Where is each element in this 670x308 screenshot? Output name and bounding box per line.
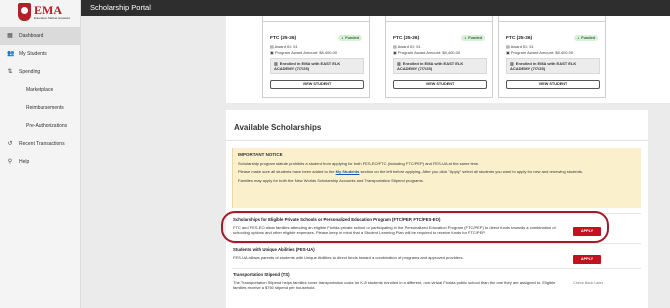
- logo-text: EMA: [34, 2, 62, 17]
- award-id: ▤ Award ID: 51: [393, 44, 421, 49]
- program-award-amount: ▣ Program Award Amount: $8,400.00: [506, 50, 574, 55]
- logo[interactable]: EMA Education Market Assistant: [0, 0, 80, 24]
- card-title: FTC (25-26): [270, 36, 297, 41]
- students-icon: 👥: [7, 51, 15, 57]
- sidebar-item-my-students[interactable]: 👥 My Students: [0, 45, 80, 63]
- sidebar-item-label: My Students: [19, 51, 47, 57]
- notice-text: Families may apply for both the New Worl…: [238, 177, 424, 183]
- top-bar: Scholarship Portal: [81, 0, 670, 16]
- spending-icon: ⇅: [7, 69, 13, 75]
- important-notice: IMPORTANT NOTICE Scholarship program sta…: [232, 148, 641, 208]
- view-student-button[interactable]: VIEW STUDENT: [393, 80, 487, 89]
- ema-shield-icon: [18, 3, 31, 21]
- notice-text: Please make sure all students have been …: [238, 169, 584, 174]
- sidebar-item-help[interactable]: ⚲ Help: [0, 153, 80, 171]
- apply-button-fes-ua[interactable]: APPLY: [573, 255, 601, 264]
- sidebar-item-spending[interactable]: ⇅ Spending: [0, 63, 80, 81]
- available-scholarships-panel: Available Scholarships IMPORTANT NOTICE …: [226, 110, 648, 308]
- sidebar-item-recent-transactions[interactable]: ↺ Recent Transactions: [0, 135, 80, 153]
- sidebar-item-marketplace[interactable]: Marketplace: [0, 81, 80, 99]
- sidebar-item-label: Spending: [19, 69, 41, 75]
- sidebar-item-dashboard[interactable]: ▦ Dashboard: [0, 27, 80, 45]
- sidebar-item-label: Help: [19, 159, 30, 165]
- student-cards: FTC (25-26) Funded ▤ Award ID: 51 ▣ Prog…: [226, 16, 670, 103]
- sidebar-item-pre-authorizations[interactable]: Pre-Authorizations: [0, 117, 80, 135]
- check-back-later-text: Check Back Later: [573, 281, 603, 285]
- scholarship-title: Transportation Stipend (TS): [233, 272, 290, 277]
- student-card: FTC (25-26) Funded ▤ Award ID: 51 ▣ Prog…: [262, 16, 370, 98]
- sidebar-item-label: Recent Transactions: [19, 141, 65, 147]
- view-student-button[interactable]: VIEW STUDENT: [270, 80, 364, 89]
- award-id: ▤ Award ID: 51: [270, 44, 298, 49]
- student-card: FTC (25-26) Funded ▤ Award ID: 51 ▣ Prog…: [498, 16, 606, 98]
- status-badge: Funded: [338, 35, 362, 41]
- sidebar-item-label: Pre-Authorizations: [26, 123, 68, 129]
- sidebar-item-reimbursements[interactable]: Reimbursements: [0, 99, 80, 117]
- highlight-outline: [221, 211, 609, 243]
- status-badge: Funded: [574, 35, 598, 41]
- divider: [232, 243, 641, 244]
- my-students-link[interactable]: My Students: [336, 169, 360, 174]
- sidebar-item-label: Dashboard: [19, 33, 44, 39]
- page-title: Scholarship Portal: [90, 3, 151, 12]
- notice-heading: IMPORTANT NOTICE: [238, 152, 283, 157]
- logo-subtitle: Education Market Assistant: [34, 15, 71, 20]
- divider: [232, 268, 641, 269]
- card-title: FTC (25-26): [393, 36, 420, 41]
- history-icon: ↺: [7, 141, 13, 147]
- section-title: Available Scholarships: [234, 123, 322, 132]
- program-award-amount: ▣ Program Award Amount: $8,400.00: [270, 50, 338, 55]
- sidebar-item-label: Reimbursements: [26, 105, 64, 111]
- view-student-button[interactable]: VIEW STUDENT: [506, 80, 600, 89]
- status-badge: Funded: [461, 35, 485, 41]
- sidebar-item-label: Marketplace: [26, 87, 54, 93]
- award-id: ▤ Award ID: 51: [506, 44, 534, 49]
- scholarship-fes-ua: Students with Unique Abilities (FES-UA) …: [233, 247, 568, 260]
- scholarship-description: The Transportation Stipend helps familie…: [233, 279, 556, 291]
- program-award-amount: ▣ Program Award Amount: $8,400.00: [393, 50, 461, 55]
- divider: [226, 140, 648, 141]
- scholarship-title: Students with Unique Abilities (FES-UA): [233, 247, 315, 252]
- scholarship-description: FES-UA allows parents of students with U…: [233, 254, 464, 260]
- enrollment-info: ▥ Enrolled in EMA with EAST ELK ACADEMY (…: [270, 58, 364, 74]
- student-card: FTC (25-26) Funded ▤ Award ID: 51 ▣ Prog…: [385, 16, 493, 98]
- dashboard-icon: ▦: [7, 33, 13, 39]
- card-title: FTC (25-26): [506, 36, 533, 41]
- sidebar: EMA Education Market Assistant ▦ Dashboa…: [0, 0, 81, 308]
- help-icon: ⚲: [7, 159, 13, 165]
- enrollment-info: ▥ Enrolled in EMA with EAST ELK ACADEMY (…: [506, 58, 600, 74]
- enrollment-info: ▥ Enrolled in EMA with EAST ELK ACADEMY (…: [393, 58, 487, 74]
- scholarship-transportation: Transportation Stipend (TS) The Transpor…: [233, 272, 568, 291]
- notice-text: Scholarship program statute prohibits a …: [238, 160, 480, 166]
